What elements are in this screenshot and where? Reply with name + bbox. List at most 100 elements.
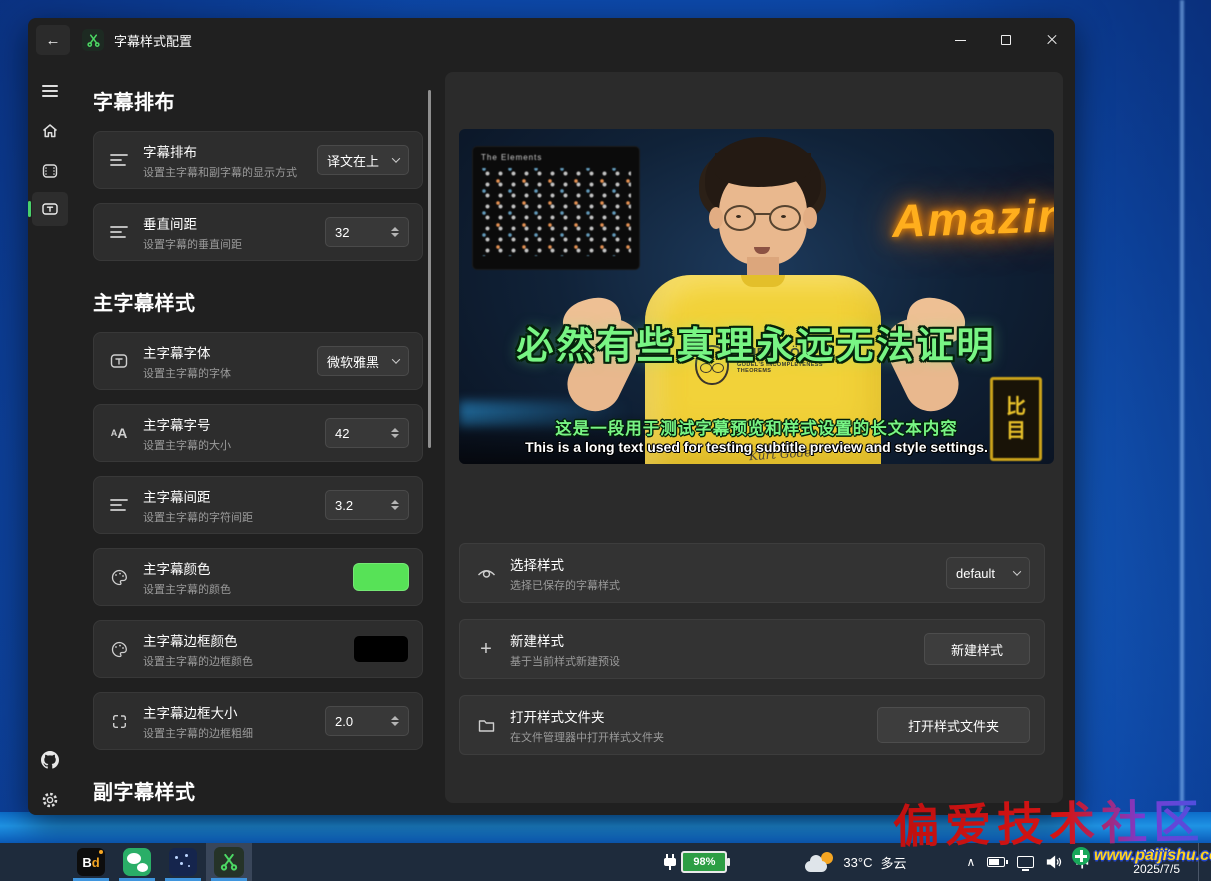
stepper-value: 32 <box>335 225 349 240</box>
battery-tip <box>727 858 730 866</box>
eye-icon <box>474 566 498 580</box>
starry-app-icon <box>169 848 197 876</box>
sidebar-item-media[interactable] <box>32 154 68 188</box>
system-tray: ∧ 中 <box>966 852 1089 872</box>
primary-color-swatch[interactable] <box>353 563 409 591</box>
setting-label: 主字幕字体 <box>143 342 317 362</box>
chevron-down-icon <box>1013 567 1021 575</box>
setting-label: 主字幕边框大小 <box>143 702 325 722</box>
clock[interactable]: 12:04 2025/7/5 <box>1133 847 1180 877</box>
palette-icon <box>107 569 131 586</box>
text-box-icon <box>107 353 131 369</box>
presenter: KURT GÖDEL GÖDEL'S INCOMPLETENESS THEORE… <box>459 129 1054 464</box>
network-tray-icon[interactable] <box>1017 856 1034 868</box>
setting-card-vertical-spacing: 垂直间距 设置字幕的垂直间距 32 <box>93 203 423 261</box>
align-lines-icon <box>107 225 131 239</box>
vertical-spacing-stepper[interactable]: 32 <box>325 217 409 247</box>
setting-desc: 设置主字幕的颜色 <box>143 581 353 597</box>
weather-cond: 多云 <box>880 853 906 872</box>
taskbar-app-wechat[interactable] <box>114 843 160 881</box>
section-title-layout: 字幕排布 <box>93 86 423 115</box>
show-desktop-button[interactable] <box>1198 843 1203 881</box>
setting-desc: 设置字幕的垂直间距 <box>143 236 325 252</box>
window-title: 字幕样式配置 <box>114 31 192 50</box>
wallpaper-light-beam <box>1180 0 1184 843</box>
taskbar-app-stars[interactable] <box>160 843 206 881</box>
menu-button[interactable] <box>32 74 68 108</box>
partly-cloudy-icon <box>805 852 835 872</box>
minimize-button[interactable] <box>937 18 983 62</box>
sidebar-item-subtitle-style[interactable] <box>32 192 68 226</box>
setting-card-primary-color: 主字幕颜色 设置主字幕的颜色 <box>93 548 423 606</box>
clock-time: 12:04 <box>1133 847 1180 862</box>
dropdown-value: default <box>956 566 995 581</box>
active-indicator <box>28 201 31 217</box>
action-label: 打开样式文件夹 <box>510 706 877 726</box>
dropdown-value: 微软雅黑 <box>327 352 379 371</box>
stepper-arrows-icon <box>391 227 399 237</box>
subtitle-text-icon <box>41 200 59 218</box>
setting-desc: 设置主字幕的边框粗细 <box>143 725 325 741</box>
tray-expand-chevron[interactable]: ∧ <box>966 855 975 869</box>
primary-border-size-stepper[interactable]: 2.0 <box>325 706 409 736</box>
primary-letter-spacing-stepper[interactable]: 3.2 <box>325 490 409 520</box>
setting-desc: 设置主字幕的边框颜色 <box>143 653 353 669</box>
sidebar-item-github[interactable] <box>32 743 68 777</box>
new-style-button[interactable]: 新建样式 <box>924 633 1030 665</box>
action-row-new-style: + 新建样式 基于当前样式新建预设 新建样式 <box>459 619 1045 679</box>
setting-card-primary-letter-spacing: 主字幕间距 设置主字幕的字符间距 3.2 <box>93 476 423 534</box>
preview-panel: The Elements <box>445 72 1063 803</box>
open-style-folder-button[interactable]: 打开样式文件夹 <box>877 707 1030 743</box>
screen: ← 字幕样式配置 <box>0 0 1211 881</box>
back-button[interactable]: ← <box>36 25 70 55</box>
dropdown-value: 译文在上 <box>327 151 379 170</box>
chevron-down-icon <box>392 355 400 363</box>
titlebar: ← 字幕样式配置 <box>28 18 1075 62</box>
sidebar-item-home[interactable] <box>32 114 68 148</box>
action-desc: 基于当前样式新建预设 <box>510 653 924 669</box>
close-button[interactable] <box>1029 18 1075 62</box>
battery-badge: 98% <box>681 851 727 873</box>
setting-desc: 设置主字幕的字体 <box>143 365 317 381</box>
scissors-app-icon <box>214 847 244 877</box>
speaker-icon[interactable] <box>1046 855 1063 869</box>
chevron-down-icon <box>392 154 400 162</box>
battery-tray-icon[interactable] <box>987 857 1005 867</box>
settings-panel: 字幕排布 字幕排布 设置主字幕和副字幕的显示方式 译文在上 <box>93 72 423 815</box>
ime-indicator[interactable]: 中 <box>1075 852 1089 872</box>
weather-widget[interactable]: 33°C 多云 <box>805 852 906 872</box>
stepper-arrows-icon <box>391 428 399 438</box>
scissors-app-icon <box>82 29 104 51</box>
action-label: 新建样式 <box>510 630 924 650</box>
align-lines-icon <box>107 498 131 512</box>
hamburger-icon <box>42 85 58 97</box>
wallpaper-light-band <box>0 812 1211 843</box>
sidebar-item-settings[interactable] <box>32 783 68 815</box>
style-preset-dropdown[interactable]: default <box>946 557 1030 589</box>
setting-label: 垂直间距 <box>143 213 325 233</box>
palette-icon <box>107 641 131 658</box>
setting-desc: 设置主字幕的字符间距 <box>143 509 325 525</box>
action-row-open-folder: 打开样式文件夹 在文件管理器中打开样式文件夹 打开样式文件夹 <box>459 695 1045 755</box>
setting-desc: 设置主字幕和副字幕的显示方式 <box>143 164 317 180</box>
arrangement-dropdown[interactable]: 译文在上 <box>317 145 409 175</box>
wechat-icon <box>123 848 151 876</box>
stepper-value: 2.0 <box>335 714 353 729</box>
section-title-secondary: 副字幕样式 <box>93 776 423 805</box>
primary-font-dropdown[interactable]: 微软雅黑 <box>317 346 409 376</box>
setting-label: 主字幕间距 <box>143 486 325 506</box>
setting-card-primary-font: 主字幕字体 设置主字幕的字体 微软雅黑 <box>93 332 423 390</box>
maximize-button[interactable] <box>983 18 1029 62</box>
bd-app-icon: Bd <box>77 848 105 876</box>
taskbar-app-subtitle-tool[interactable] <box>206 843 252 881</box>
settings-scrollbar[interactable] <box>428 90 431 448</box>
setting-label: 主字幕颜色 <box>143 558 353 578</box>
primary-border-color-swatch[interactable] <box>353 635 409 663</box>
setting-card-primary-border-size: 主字幕边框大小 设置主字幕的边框粗细 2.0 <box>93 692 423 750</box>
font-size-icon: AA <box>107 425 131 441</box>
primary-size-stepper[interactable]: 42 <box>325 418 409 448</box>
setting-label: 主字幕边框颜色 <box>143 630 353 650</box>
battery-status[interactable]: 98% <box>663 851 727 873</box>
github-icon <box>41 751 59 769</box>
taskbar-app-bd[interactable]: Bd <box>68 843 114 881</box>
